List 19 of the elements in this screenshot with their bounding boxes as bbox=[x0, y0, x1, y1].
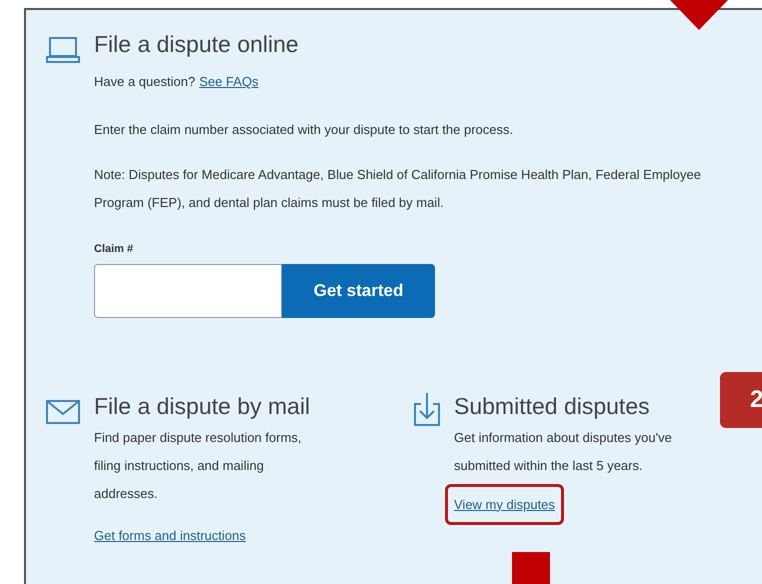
claim-input[interactable] bbox=[94, 264, 282, 318]
triangle-marker bbox=[670, 0, 728, 30]
forms-link[interactable]: Get forms and instructions bbox=[94, 526, 246, 545]
view-disputes-link[interactable]: View my disputes bbox=[454, 494, 555, 514]
square-marker bbox=[512, 552, 550, 584]
mail-description: Find paper dispute resolution forms, filing instructions, and mailing addresses. bbox=[94, 428, 302, 502]
laptop-icon bbox=[46, 34, 80, 64]
note-text: Note: Disputes for Medicare Advantage, Blue Shield of California Promise Health Plan, Federal Employee Program (FEP), and dental plan claims must be filed by mail. bbox=[94, 166, 702, 212]
section-title: File a dispute online bbox=[94, 30, 300, 59]
download-icon bbox=[414, 392, 440, 426]
section-title: File a dispute by mail bbox=[94, 392, 312, 421]
envelope-icon bbox=[46, 400, 80, 426]
instruction-text: Enter the claim number associated with your dispute to start the process. bbox=[94, 120, 514, 139]
submitted-description: Get information about disputes you've submitted within the last 5 years. bbox=[454, 428, 673, 475]
section-title: Submitted disputes bbox=[454, 392, 651, 421]
claim-label: Claim # bbox=[94, 242, 134, 257]
faq-link[interactable]: See FAQs bbox=[199, 72, 258, 92]
get-started-button[interactable]: Get started bbox=[282, 264, 435, 318]
question-text: Have a question? bbox=[94, 73, 196, 91]
